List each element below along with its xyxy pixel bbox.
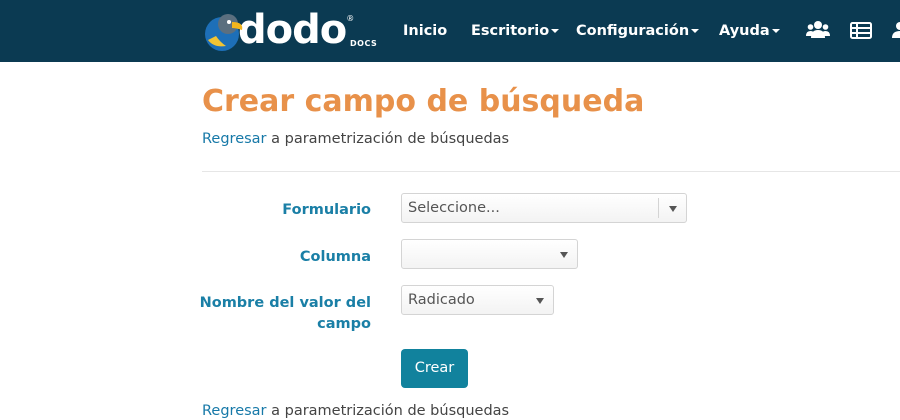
- page-title: Crear campo de búsqueda: [202, 84, 645, 119]
- crear-button[interactable]: Crear: [401, 349, 468, 388]
- back-link[interactable]: Regresar: [202, 131, 267, 147]
- nombre-label-line2: campo: [317, 316, 371, 332]
- brand-sub: DOCS: [350, 39, 378, 48]
- brand-name: dodo: [238, 7, 347, 53]
- back-text: a parametrización de búsquedas: [266, 403, 510, 419]
- formulario-label: Formulario: [282, 202, 371, 218]
- columna-label: Columna: [299, 249, 371, 265]
- formulario-select[interactable]: Seleccione...: [401, 193, 687, 223]
- brand-logo[interactable]: dodo ® DOCS: [202, 7, 377, 54]
- brand-registered: ®: [346, 14, 355, 23]
- back-text: a parametrización de búsquedas: [266, 131, 510, 147]
- divider: [202, 171, 900, 172]
- chevron-down-icon: [560, 252, 568, 258]
- nav-escritorio[interactable]: Escritorio: [471, 0, 560, 62]
- back-line-bottom: Regresar a parametrización de búsquedas: [202, 403, 509, 419]
- user-icon[interactable]: [890, 20, 900, 42]
- back-line-top: Regresar a parametrización de búsquedas: [202, 131, 509, 147]
- top-navbar: dodo ® DOCS Inicio Escritorio Configurac…: [0, 0, 900, 62]
- chevron-down-icon: [536, 298, 544, 304]
- nav-configuracion[interactable]: Configuración: [576, 0, 700, 62]
- nombre-valor-value: Radicado: [408, 292, 475, 308]
- back-link[interactable]: Regresar: [202, 403, 267, 419]
- nombre-valor-label: Nombre del valor del campo: [200, 293, 371, 335]
- table-icon[interactable]: [850, 20, 872, 42]
- nombre-label-line1: Nombre del valor del: [199, 295, 371, 311]
- select-separator: [658, 198, 659, 218]
- caret-down-icon: [691, 29, 700, 33]
- nombre-valor-select[interactable]: Radicado: [401, 285, 554, 315]
- caret-down-icon: [771, 29, 780, 33]
- formulario-value: Seleccione...: [408, 200, 500, 216]
- nav-ayuda[interactable]: Ayuda: [719, 0, 780, 62]
- caret-down-icon: [551, 29, 560, 33]
- users-icon[interactable]: [806, 20, 830, 42]
- nav-inicio[interactable]: Inicio: [403, 0, 447, 62]
- chevron-down-icon: [669, 206, 677, 212]
- dodo-bird-icon: [202, 8, 244, 52]
- columna-select[interactable]: [401, 239, 578, 269]
